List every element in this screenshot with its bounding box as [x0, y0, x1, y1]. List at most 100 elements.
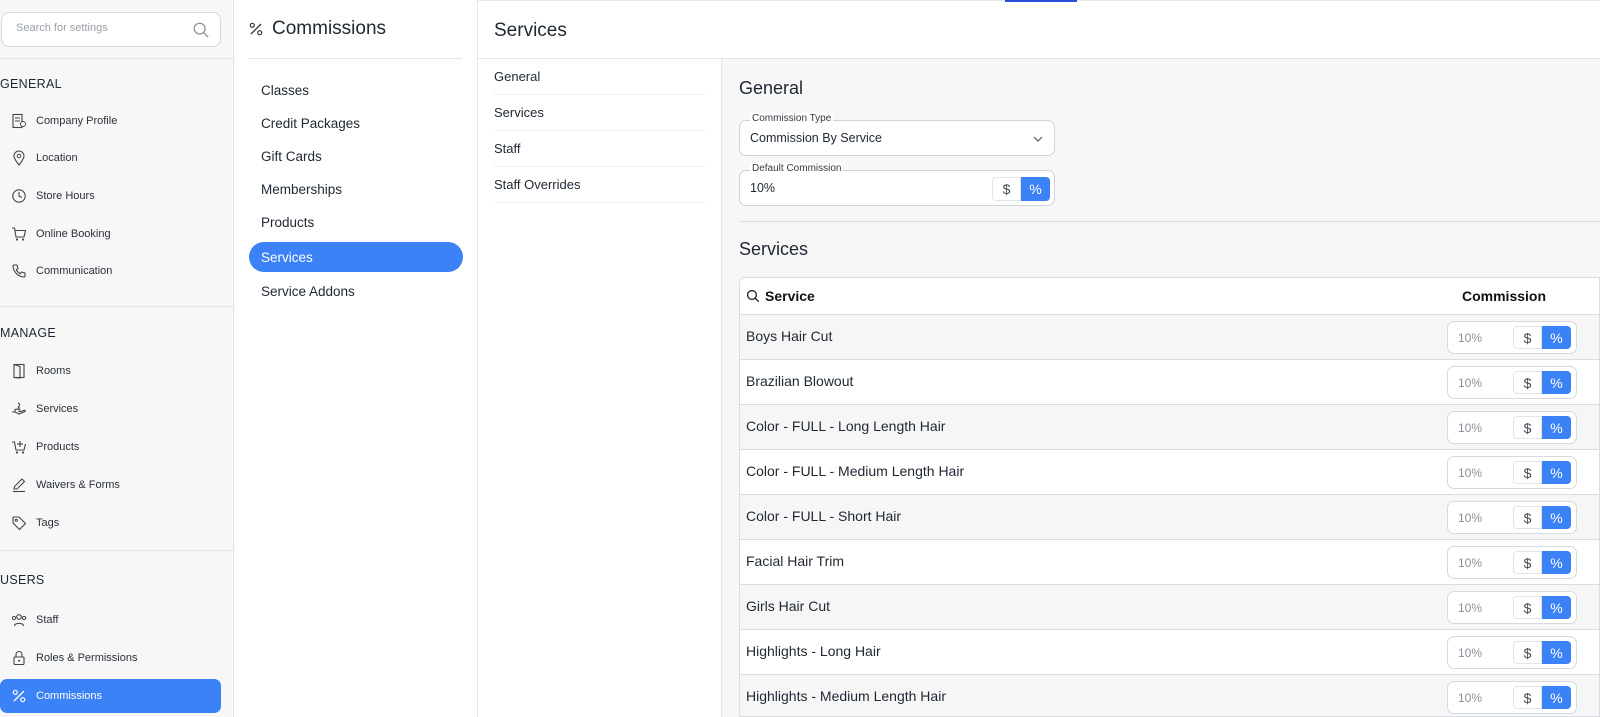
sidebar-item-company-profile[interactable]: Company Profile: [0, 104, 221, 138]
percent-toggle[interactable]: %: [1542, 461, 1571, 484]
map-pin-icon: [10, 149, 28, 167]
commission-value[interactable]: 10%: [1458, 421, 1482, 435]
dollar-toggle[interactable]: $: [1513, 461, 1542, 484]
unit-toggle: $%: [1513, 551, 1571, 575]
unit-toggle: $%: [1513, 416, 1571, 440]
commission-item-credit-packages[interactable]: Credit Packages: [249, 108, 463, 138]
sidebar-item-label: Store Hours: [36, 190, 95, 202]
commission-item-memberships[interactable]: Memberships: [249, 174, 463, 204]
sidebar-item-label: Tags: [36, 517, 60, 529]
sidebar-item-tags[interactable]: Tags: [0, 506, 221, 540]
commission-type-select[interactable]: Commission Type Commission By Service: [739, 113, 1055, 156]
dollar-toggle[interactable]: $: [1513, 326, 1542, 349]
commission-column-header: Commission: [1462, 288, 1547, 304]
sidebar-item-products[interactable]: Products: [0, 430, 221, 464]
sidebar-item-waivers-forms[interactable]: Waivers & Forms: [0, 468, 221, 502]
service-name: Highlights - Medium Length Hair: [746, 688, 946, 704]
search-icon[interactable]: [746, 289, 760, 303]
sidebar-item-online-booking[interactable]: Online Booking: [0, 217, 221, 251]
dollar-toggle[interactable]: $: [1513, 551, 1542, 574]
percent-toggle[interactable]: %: [1542, 551, 1571, 574]
section-nav-general[interactable]: General: [494, 59, 706, 95]
dollar-toggle[interactable]: $: [1513, 416, 1542, 439]
service-column-header[interactable]: Service: [746, 288, 815, 304]
unit-toggle: $%: [1513, 506, 1571, 530]
commission-input[interactable]: 10% $%: [1447, 411, 1577, 444]
commission-input[interactable]: 10% $%: [1447, 591, 1577, 624]
sidebar-item-location[interactable]: Location: [0, 141, 221, 175]
commission-value[interactable]: 10%: [1458, 466, 1482, 480]
commission-input[interactable]: 10% $%: [1447, 456, 1577, 489]
top-indicator: [1005, 0, 1077, 2]
section-nav-services[interactable]: Services: [494, 95, 706, 131]
field-value: Commission By Service: [750, 131, 882, 145]
field-value[interactable]: 10%: [750, 181, 775, 195]
sidebar-item-roles-permissions[interactable]: Roles & Permissions: [0, 641, 221, 675]
percent-toggle[interactable]: %: [1542, 416, 1571, 439]
commission-item-service-addons[interactable]: Service Addons: [249, 276, 463, 306]
sidebar-item-label: Staff: [36, 614, 59, 626]
section-heading-users: USERS: [0, 573, 45, 587]
commission-input[interactable]: 10% $%: [1447, 546, 1577, 579]
commissions-panel: Commissions Classes Credit Packages Gift…: [234, 0, 478, 717]
sidebar-item-store-hours[interactable]: Store Hours: [0, 179, 221, 213]
dollar-toggle[interactable]: $: [992, 177, 1021, 201]
commission-input[interactable]: 10% $%: [1447, 681, 1577, 714]
sidebar-item-label: Products: [36, 441, 80, 453]
percent-toggle[interactable]: %: [1021, 177, 1050, 201]
percent-toggle[interactable]: %: [1542, 596, 1571, 619]
commission-value[interactable]: 10%: [1458, 601, 1482, 615]
commission-item-gift-cards[interactable]: Gift Cards: [249, 141, 463, 171]
commission-value[interactable]: 10%: [1458, 511, 1482, 525]
section-nav-staff-overrides[interactable]: Staff Overrides: [494, 167, 706, 203]
sidebar-item-services[interactable]: Services: [0, 392, 221, 426]
dollar-toggle[interactable]: $: [1513, 371, 1542, 394]
percent-toggle[interactable]: %: [1542, 686, 1571, 709]
dollar-toggle[interactable]: $: [1513, 641, 1542, 664]
search-input[interactable]: [16, 22, 186, 34]
percent-toggle[interactable]: %: [1542, 326, 1571, 349]
section-nav: General Services Staff Staff Overrides: [478, 59, 722, 717]
unit-toggle: $%: [1513, 641, 1571, 665]
settings-search[interactable]: [1, 12, 221, 47]
commission-input[interactable]: 10% $%: [1447, 636, 1577, 669]
commission-value[interactable]: 10%: [1458, 691, 1482, 705]
sidebar-item-communication[interactable]: Communication: [0, 254, 221, 288]
commission-value[interactable]: 10%: [1458, 331, 1482, 345]
percent-toggle[interactable]: %: [1542, 641, 1571, 664]
sidebar-item-label: Communication: [36, 265, 113, 277]
commission-value[interactable]: 10%: [1458, 376, 1482, 390]
content-area: General Commission Type Commission By Se…: [722, 59, 1600, 717]
commission-value[interactable]: 10%: [1458, 556, 1482, 570]
sidebar-item-staff[interactable]: Staff: [0, 603, 221, 637]
percent-toggle[interactable]: %: [1542, 371, 1571, 394]
table-header: Service Commission: [740, 278, 1599, 315]
commission-item-products[interactable]: Products: [249, 207, 463, 237]
dollar-toggle[interactable]: $: [1513, 506, 1542, 529]
percent-toggle[interactable]: %: [1542, 506, 1571, 529]
dollar-toggle[interactable]: $: [1513, 596, 1542, 619]
unit-toggle: $ %: [992, 177, 1050, 201]
table-row: Highlights - Long Hair 10% $%: [740, 630, 1599, 675]
commission-item-classes[interactable]: Classes: [249, 75, 463, 105]
sidebar-item-commissions[interactable]: Commissions: [0, 679, 221, 713]
divider: [0, 58, 234, 59]
dollar-toggle[interactable]: $: [1513, 686, 1542, 709]
commission-input[interactable]: 10% $%: [1447, 501, 1577, 534]
commission-value[interactable]: 10%: [1458, 646, 1482, 660]
default-commission-field[interactable]: Default Commission 10% $ %: [739, 163, 1055, 206]
staff-icon: [10, 611, 28, 629]
search-icon[interactable]: [192, 21, 210, 39]
sidebar-item-label: Roles & Permissions: [36, 652, 138, 664]
section-nav-staff[interactable]: Staff: [494, 131, 706, 167]
commission-input[interactable]: 10% $%: [1447, 366, 1577, 399]
unit-toggle: $%: [1513, 596, 1571, 620]
commission-input[interactable]: 10% $%: [1447, 321, 1577, 354]
service-name: Facial Hair Trim: [746, 553, 845, 569]
pen-icon: [10, 476, 28, 494]
commission-item-services[interactable]: Services: [249, 242, 463, 272]
unit-toggle: $%: [1513, 461, 1571, 485]
tag-icon: [10, 514, 28, 532]
sidebar-item-rooms[interactable]: Rooms: [0, 354, 221, 388]
service-name: Boys Hair Cut: [746, 328, 833, 344]
